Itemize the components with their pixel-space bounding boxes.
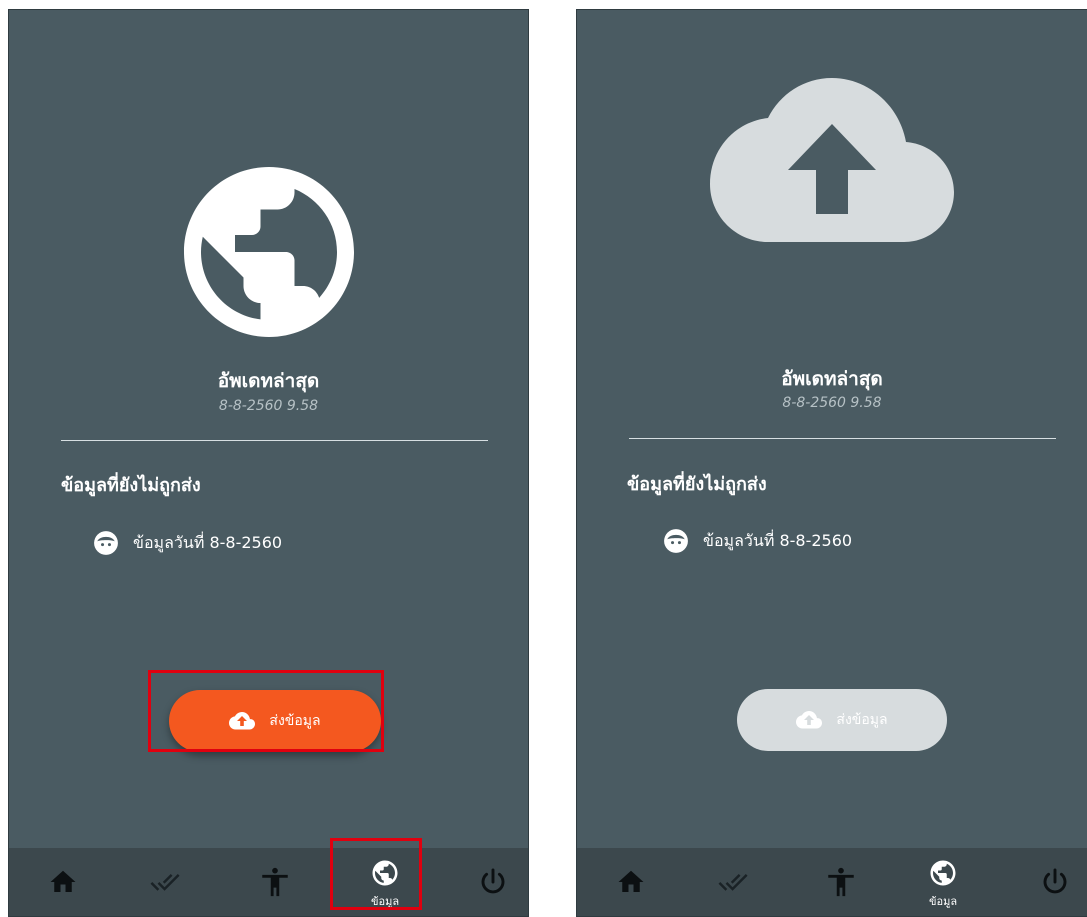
last-update-time: 8-8-2560 9.58 — [782, 395, 882, 411]
nav-data-label: ข้อมูล — [370, 895, 400, 908]
pending-section-title: ข้อมูลที่ยังไม่ถูกส่ง — [627, 474, 767, 495]
cloud-upload-icon — [229, 711, 256, 731]
send-data-button[interactable]: ส่งข้อมูล — [169, 690, 381, 752]
power-icon — [1043, 868, 1067, 894]
send-data-button-label: ส่งข้อมูล — [836, 712, 888, 728]
home-icon — [50, 870, 76, 892]
nav-logout[interactable] — [461, 848, 525, 916]
divider — [629, 438, 1056, 439]
bottom-navigation: ข้อมูล — [577, 848, 1087, 916]
pending-item-label: ข้อมูลวันที่ 8-8-2560 — [703, 530, 853, 550]
double-check-icon — [718, 873, 748, 891]
nav-home[interactable] — [31, 848, 95, 916]
last-update-title: อัพเดทล่าสุด — [781, 368, 883, 390]
nav-data[interactable]: ข้อมูล — [911, 848, 975, 916]
last-update-title: อัพเดทล่าสุด — [217, 370, 320, 392]
power-icon — [481, 868, 505, 894]
app-screen-left: อัพเดทล่าสุด 8-8-2560 9.58 ข้อมูลที่ยังไ… — [8, 9, 529, 917]
nav-home[interactable] — [599, 848, 663, 916]
nav-person[interactable] — [243, 848, 307, 916]
pending-section-title: ข้อมูลที่ยังไม่ถูกส่ง — [61, 475, 201, 496]
send-data-button-disabled[interactable]: ส่งข้อมูล — [737, 689, 947, 751]
app-screen-right: อัพเดทล่าสุด 8-8-2560 9.58 ข้อมูลที่ยังไ… — [576, 9, 1087, 917]
bottom-navigation: ข้อมูล — [9, 848, 528, 916]
cloud-upload-icon — [796, 710, 823, 730]
globe-icon — [167, 150, 371, 354]
home-icon — [618, 870, 644, 892]
globe-icon — [930, 860, 956, 886]
divider — [61, 440, 488, 441]
cloud-upload-icon — [710, 78, 954, 242]
nav-data[interactable]: ข้อมูล — [353, 848, 417, 916]
nav-person[interactable] — [809, 848, 873, 916]
pending-item-label: ข้อมูลวันที่ 8-8-2560 — [133, 532, 283, 552]
send-data-button-label: ส่งข้อมูล — [269, 713, 321, 729]
double-check-icon — [150, 873, 180, 891]
nav-checklist[interactable] — [701, 848, 765, 916]
nav-data-label: ข้อมูล — [928, 895, 958, 908]
pending-list-item[interactable]: ข้อมูลวันที่ 8-8-2560 — [663, 528, 852, 554]
last-update-time: 8-8-2560 9.58 — [218, 398, 319, 414]
nav-checklist[interactable] — [133, 848, 197, 916]
globe-icon — [372, 860, 398, 886]
pending-list-item[interactable]: ข้อมูลวันที่ 8-8-2560 — [93, 530, 282, 556]
face-icon — [93, 530, 119, 556]
face-icon — [663, 528, 689, 554]
accessibility-person-icon — [262, 867, 288, 897]
nav-logout[interactable] — [1023, 848, 1087, 916]
accessibility-person-icon — [828, 867, 854, 897]
